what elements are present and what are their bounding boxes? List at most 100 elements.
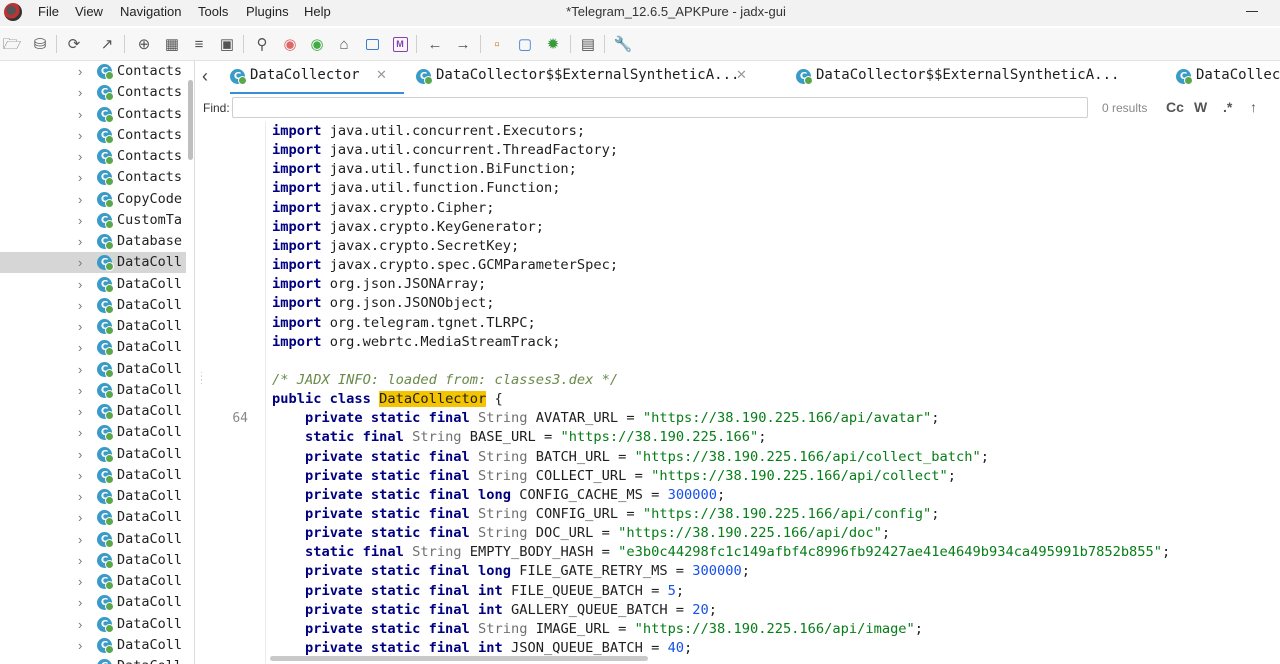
tree-item[interactable]: › C Contacts — [0, 146, 186, 167]
tree-item[interactable]: ›CDataColl — [0, 316, 186, 337]
window-icon[interactable] — [362, 34, 382, 54]
package-icon[interactable]: ⊕ — [134, 34, 154, 54]
tree-item[interactable]: › C Contacts — [0, 61, 186, 82]
tree-item[interactable]: ›CDataColl — [0, 571, 186, 592]
save-all-icon[interactable]: ⛁ — [30, 34, 50, 54]
preferences-icon[interactable]: 🔧 — [613, 34, 633, 54]
debug-icon[interactable]: ✹ — [543, 34, 563, 54]
export-icon[interactable]: ↗ — [97, 34, 117, 54]
chevron-right-icon[interactable]: › — [78, 213, 90, 228]
chevron-right-icon[interactable]: › — [78, 85, 90, 100]
tree-item[interactable]: ›CDataColl — [0, 656, 186, 664]
deobfuscation-icon[interactable]: ▫ — [487, 34, 507, 54]
chevron-right-icon[interactable]: › — [78, 404, 90, 419]
tree-item[interactable]: › C Contacts — [0, 125, 186, 146]
tree-item[interactable]: ›CDataColl — [0, 550, 186, 571]
project-tree[interactable]: › C Contacts › C Contacts › C Contacts › C Contacts… — [0, 61, 195, 664]
chevron-right-icon[interactable]: › — [78, 468, 90, 483]
tab-close-icon[interactable]: ✕ — [376, 67, 387, 83]
tab-scroll-left-icon[interactable]: ‹ — [202, 66, 208, 87]
tree-item[interactable]: › C Database — [0, 231, 186, 252]
chevron-right-icon[interactable]: › — [78, 319, 90, 334]
chevron-right-icon[interactable]: › — [78, 298, 90, 313]
editor-tab[interactable]: C DataCollector$$ExternalSyntheticA... ✕ — [416, 61, 766, 94]
chevron-right-icon[interactable]: › — [78, 447, 90, 462]
chevron-right-icon[interactable]: › — [78, 234, 90, 249]
chevron-right-icon[interactable]: › — [78, 510, 90, 525]
chevron-right-icon[interactable]: › — [78, 595, 90, 610]
tree-item[interactable]: ›CDataColl — [0, 486, 186, 507]
chevron-right-icon[interactable]: › — [78, 425, 90, 440]
regex-toggle[interactable]: .* — [1223, 99, 1232, 115]
chevron-right-icon[interactable]: › — [78, 277, 90, 292]
tree-item[interactable]: ›CDataColl — [0, 401, 186, 422]
class-icon: C — [97, 659, 112, 664]
chevron-right-icon[interactable]: › — [78, 64, 90, 79]
find-usage-icon[interactable]: ◉ — [307, 34, 327, 54]
code-editor[interactable]: import java.util.concurrent.Executors; im… — [202, 122, 1280, 664]
editor-tab[interactable]: C DataCollector ✕ — [230, 61, 404, 94]
forward-icon[interactable]: → — [453, 34, 473, 54]
tree-item[interactable]: ›CDataColl — [0, 444, 186, 465]
tree-item[interactable]: ›CDataColl — [0, 274, 186, 295]
tree-item[interactable]: ›CDataColl — [0, 252, 186, 274]
class-icon: C — [97, 212, 114, 229]
horizontal-scrollbar[interactable] — [270, 656, 648, 661]
search-icon[interactable]: ⚲ — [252, 34, 272, 54]
tree-item[interactable]: ›CDataColl — [0, 635, 186, 656]
chevron-right-icon[interactable]: › — [78, 638, 90, 653]
chevron-right-icon[interactable]: › — [78, 362, 90, 377]
flatten-icon[interactable]: ▦ — [162, 34, 182, 54]
chevron-right-icon[interactable]: › — [78, 489, 90, 504]
log-icon[interactable]: ≡ — [189, 34, 209, 54]
code-token: JSON_QUEUE_BATCH = — [510, 640, 668, 657]
decompile-icon[interactable]: ▣ — [217, 34, 237, 54]
home-icon[interactable]: ⌂ — [334, 34, 354, 54]
tree-item[interactable]: ›CDataColl — [0, 614, 186, 635]
editor-tab[interactable]: C DataCollec — [1176, 61, 1280, 94]
tree-item[interactable]: › C Contacts — [0, 167, 186, 188]
chevron-right-icon[interactable]: › — [78, 574, 90, 589]
tree-item[interactable]: ›CDataColl — [0, 592, 186, 613]
tree-item[interactable]: › C Contacts — [0, 82, 186, 103]
tree-item[interactable]: ›CDataColl — [0, 465, 186, 486]
tree-item[interactable]: › C Contacts — [0, 104, 186, 125]
chevron-right-icon[interactable]: › — [78, 532, 90, 547]
chevron-right-icon[interactable]: › — [78, 659, 90, 664]
tree-item[interactable]: ›CDataColl — [0, 380, 186, 401]
tree-item[interactable]: › C CopyCode — [0, 189, 186, 210]
mode-icon[interactable]: M — [390, 34, 410, 54]
find-class-icon[interactable]: ◉ — [280, 34, 300, 54]
chevron-right-icon[interactable]: › — [78, 340, 90, 355]
sync-icon[interactable]: ⟳ — [64, 34, 84, 54]
log-viewer-icon[interactable]: ▤ — [578, 34, 598, 54]
chevron-right-icon[interactable]: › — [78, 107, 90, 122]
tree-item[interactable]: ›CDataColl — [0, 359, 186, 380]
chevron-right-icon[interactable]: › — [78, 149, 90, 164]
quark-icon[interactable]: ▢ — [515, 34, 535, 54]
tree-item[interactable]: › C CustomTa — [0, 210, 186, 231]
editor-tab[interactable]: C DataCollector$$ExternalSyntheticA... — [796, 61, 1146, 94]
chevron-right-icon[interactable]: › — [78, 617, 90, 632]
tree-scrollbar[interactable] — [188, 80, 193, 160]
back-icon[interactable]: ← — [425, 34, 445, 54]
chevron-right-icon[interactable]: › — [78, 383, 90, 398]
tree-item[interactable]: ›CDataColl — [0, 295, 186, 316]
open-folder-icon[interactable]: 🗁 — [2, 34, 22, 54]
tab-close-icon[interactable]: ✕ — [736, 67, 747, 83]
whole-word-toggle[interactable]: W — [1194, 99, 1207, 115]
minimize-icon[interactable] — [1246, 11, 1258, 12]
tree-item[interactable]: ›CDataColl — [0, 422, 186, 443]
chevron-right-icon[interactable]: › — [78, 255, 90, 270]
chevron-right-icon[interactable]: › — [78, 553, 90, 568]
chevron-right-icon[interactable]: › — [78, 128, 90, 143]
tree-item[interactable]: ›CDataColl — [0, 337, 186, 358]
find-previous-icon[interactable]: ↑ — [1250, 99, 1257, 115]
find-input[interactable] — [232, 97, 1088, 118]
tree-item[interactable]: ›CDataColl — [0, 529, 186, 550]
chevron-right-icon[interactable]: › — [78, 170, 90, 185]
match-case-toggle[interactable]: Cc — [1166, 99, 1184, 115]
code-token: import — [272, 123, 322, 139]
tree-item[interactable]: ›CDataColl — [0, 507, 186, 528]
chevron-right-icon[interactable]: › — [78, 192, 90, 207]
